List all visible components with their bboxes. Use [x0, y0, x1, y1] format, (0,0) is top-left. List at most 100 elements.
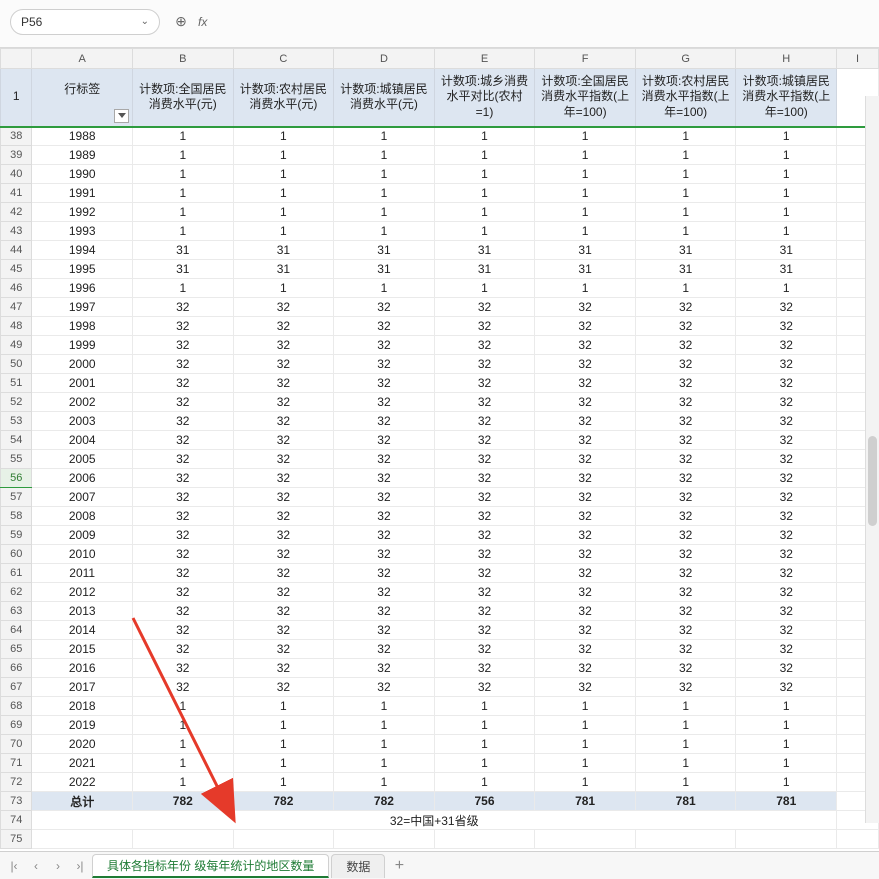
data-cell[interactable]: 32	[334, 298, 435, 317]
data-cell[interactable]: 32	[535, 526, 636, 545]
data-cell[interactable]: 32	[434, 602, 535, 621]
data-cell[interactable]: 1	[233, 716, 334, 735]
data-cell[interactable]: 1	[736, 222, 837, 241]
data-cell[interactable]: 1	[233, 184, 334, 203]
data-cell[interactable]: 32	[635, 412, 736, 431]
data-cell[interactable]: 1	[133, 165, 234, 184]
row-header[interactable]: 42	[1, 203, 32, 222]
data-cell[interactable]: 32	[434, 507, 535, 526]
data-cell[interactable]: 32	[334, 317, 435, 336]
data-cell[interactable]: 1	[635, 222, 736, 241]
data-cell[interactable]: 32	[133, 564, 234, 583]
row-label-cell[interactable]: 2020	[32, 735, 133, 754]
empty-cell[interactable]	[635, 830, 736, 849]
row-label-cell[interactable]: 1997	[32, 298, 133, 317]
data-cell[interactable]: 32	[535, 298, 636, 317]
data-cell[interactable]: 32	[736, 602, 837, 621]
col-header[interactable]: G	[635, 49, 736, 69]
data-cell[interactable]: 32	[334, 393, 435, 412]
data-cell[interactable]: 1	[736, 146, 837, 165]
data-cell[interactable]: 1	[434, 203, 535, 222]
data-cell[interactable]: 32	[334, 412, 435, 431]
data-cell[interactable]: 32	[334, 621, 435, 640]
data-cell[interactable]: 32	[736, 298, 837, 317]
data-cell[interactable]: 1	[535, 279, 636, 298]
total-label-cell[interactable]: 总计	[32, 792, 133, 811]
data-cell[interactable]: 1	[535, 697, 636, 716]
data-cell[interactable]: 1	[736, 754, 837, 773]
row-label-cell[interactable]: 1999	[32, 336, 133, 355]
data-cell[interactable]: 32	[635, 507, 736, 526]
data-cell[interactable]: 32	[334, 545, 435, 564]
data-cell[interactable]: 32	[434, 469, 535, 488]
data-cell[interactable]: 32	[736, 659, 837, 678]
row-header[interactable]: 1	[1, 69, 32, 127]
data-cell[interactable]: 32	[434, 374, 535, 393]
data-cell[interactable]: 31	[635, 241, 736, 260]
data-cell[interactable]: 32	[133, 298, 234, 317]
data-cell[interactable]: 31	[334, 260, 435, 279]
data-cell[interactable]: 1	[434, 165, 535, 184]
data-cell[interactable]: 31	[535, 241, 636, 260]
data-cell[interactable]: 32	[434, 488, 535, 507]
data-cell[interactable]: 32	[535, 621, 636, 640]
row-label-cell[interactable]: 2021	[32, 754, 133, 773]
data-cell[interactable]: 32	[635, 393, 736, 412]
data-cell[interactable]: 32	[233, 298, 334, 317]
data-cell[interactable]: 32	[334, 431, 435, 450]
data-cell[interactable]: 1	[434, 184, 535, 203]
data-cell[interactable]: 32	[133, 488, 234, 507]
data-cell[interactable]: 1	[635, 279, 736, 298]
data-cell[interactable]: 1	[635, 146, 736, 165]
row-label-cell[interactable]: 2002	[32, 393, 133, 412]
row-label-cell[interactable]: 2013	[32, 602, 133, 621]
data-cell[interactable]: 1	[635, 184, 736, 203]
data-cell[interactable]: 32	[233, 317, 334, 336]
data-cell[interactable]: 31	[635, 260, 736, 279]
row-label-cell[interactable]: 2016	[32, 659, 133, 678]
data-cell[interactable]: 1	[133, 127, 234, 146]
data-cell[interactable]: 32	[736, 526, 837, 545]
data-cell[interactable]: 1	[133, 184, 234, 203]
row-label-cell[interactable]: 2014	[32, 621, 133, 640]
empty-cell[interactable]	[233, 830, 334, 849]
data-cell[interactable]: 1	[434, 716, 535, 735]
data-cell[interactable]: 32	[736, 450, 837, 469]
data-cell[interactable]: 32	[635, 678, 736, 697]
data-cell[interactable]: 1	[535, 773, 636, 792]
data-cell[interactable]: 32	[535, 336, 636, 355]
row-header[interactable]: 51	[1, 374, 32, 393]
data-cell[interactable]: 32	[334, 374, 435, 393]
row-label-cell[interactable]: 2006	[32, 469, 133, 488]
data-cell[interactable]: 1	[635, 716, 736, 735]
data-cell[interactable]: 32	[736, 488, 837, 507]
data-cell[interactable]: 1	[133, 279, 234, 298]
data-cell[interactable]: 1	[233, 146, 334, 165]
row-label-cell[interactable]: 1989	[32, 146, 133, 165]
total-cell[interactable]: 782	[233, 792, 334, 811]
empty-cell[interactable]	[535, 830, 636, 849]
data-cell[interactable]: 1	[434, 754, 535, 773]
row-header[interactable]: 46	[1, 279, 32, 298]
data-cell[interactable]: 1	[535, 146, 636, 165]
data-cell[interactable]: 1	[133, 754, 234, 773]
row-label-cell[interactable]: 1991	[32, 184, 133, 203]
data-cell[interactable]: 1	[233, 735, 334, 754]
empty-cell[interactable]	[334, 830, 435, 849]
data-cell[interactable]: 32	[635, 298, 736, 317]
data-cell[interactable]: 32	[334, 526, 435, 545]
row-header[interactable]: 48	[1, 317, 32, 336]
data-cell[interactable]: 32	[233, 507, 334, 526]
row-header[interactable]: 53	[1, 412, 32, 431]
chevron-down-icon[interactable]: ⌄	[141, 16, 149, 27]
data-cell[interactable]: 32	[334, 583, 435, 602]
pivot-col-header[interactable]: 计数项:农村居民消费水平指数(上年=100)	[635, 69, 736, 127]
data-cell[interactable]: 32	[133, 545, 234, 564]
data-cell[interactable]: 32	[736, 412, 837, 431]
data-cell[interactable]: 32	[635, 488, 736, 507]
row-label-cell[interactable]: 2008	[32, 507, 133, 526]
row-label-cell[interactable]: 1998	[32, 317, 133, 336]
data-cell[interactable]: 1	[233, 222, 334, 241]
data-cell[interactable]: 1	[635, 697, 736, 716]
data-cell[interactable]: 1	[133, 697, 234, 716]
